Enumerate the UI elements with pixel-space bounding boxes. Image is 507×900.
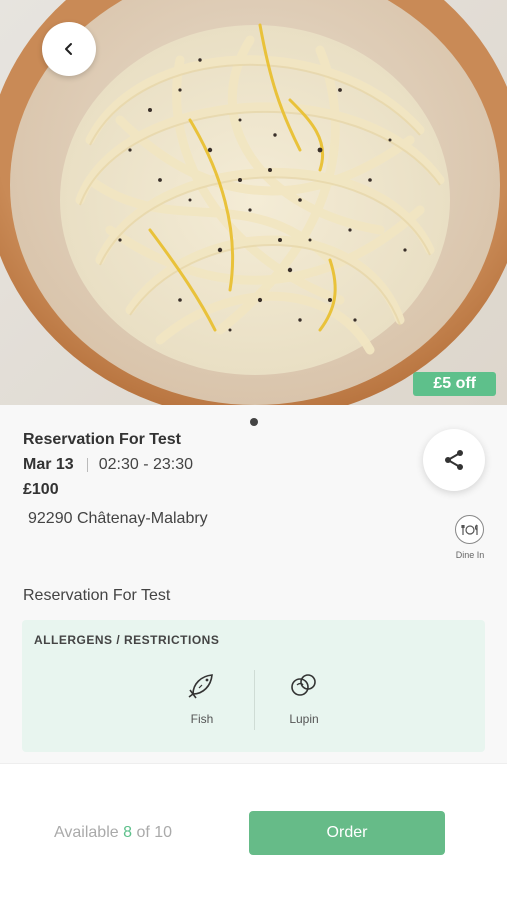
share-icon <box>445 450 463 470</box>
availability-count: 8 <box>123 824 132 841</box>
allergens-panel: ALLERGENS / RESTRICTIONS Fish Lupin <box>22 620 485 752</box>
lupin-icon <box>264 668 344 702</box>
listing-description: Reservation For Test <box>23 587 171 604</box>
back-button[interactable] <box>42 22 96 76</box>
listing-time: 02:30 - 23:30 <box>98 456 193 473</box>
allergen-label: Lupin <box>289 712 319 726</box>
listing-title: Reservation For Test <box>23 431 181 448</box>
listing-price: £100 <box>23 481 59 498</box>
allergen-item-lupin: Lupin <box>264 668 344 726</box>
share-button[interactable] <box>423 429 485 491</box>
listing-address: 92290 Châtenay-Malabry <box>28 510 208 527</box>
separator <box>86 458 88 472</box>
dine-in-label: Dine In <box>455 550 485 560</box>
date-time-row: Mar 13 02:30 - 23:30 <box>23 456 193 474</box>
availability-suffix: of 10 <box>136 824 173 841</box>
hero-image: £5 off <box>0 0 507 405</box>
allergen-divider <box>254 670 255 730</box>
allergens-title: ALLERGENS / RESTRICTIONS <box>34 633 220 647</box>
discount-badge: £5 off <box>413 372 496 396</box>
allergen-label: Fish <box>190 712 214 726</box>
availability-text: Available 8 of 10 <box>54 824 172 842</box>
carousel-indicator <box>250 418 258 426</box>
order-button[interactable]: Order <box>249 811 445 855</box>
allergen-item-fish: Fish <box>162 668 242 726</box>
listing-date: Mar 13 <box>23 456 74 473</box>
chevron-left-icon <box>65 43 72 55</box>
fish-icon <box>162 668 242 702</box>
dine-in-icon <box>455 515 484 544</box>
availability-prefix: Available <box>54 824 119 841</box>
